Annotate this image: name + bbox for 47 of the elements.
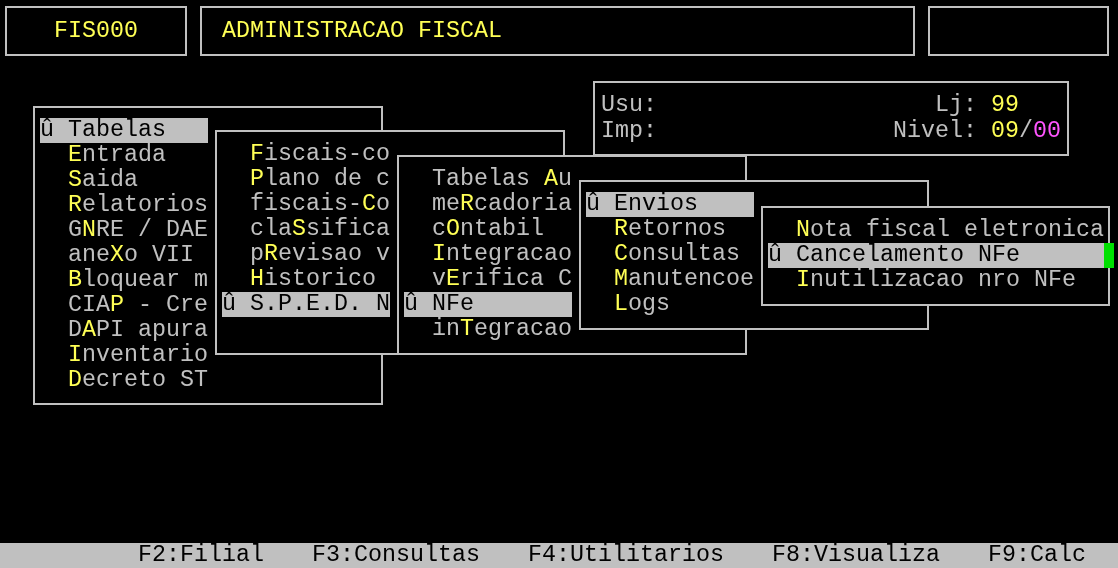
menu-item[interactable]: pRevisao v [222, 242, 390, 267]
menu-item[interactable]: Plano de c [222, 167, 390, 192]
function-key[interactable]: F3:Consultas [312, 543, 480, 568]
menu-item[interactable]: Relatorios [40, 193, 208, 218]
menu-item[interactable]: inTegracao [404, 317, 572, 342]
function-key[interactable]: F4:Utilitarios [528, 543, 724, 568]
program-code: FIS000 [5, 6, 187, 56]
menu-item[interactable]: û Tabelas [40, 118, 208, 143]
menu-item[interactable]: aneXo VII [40, 243, 208, 268]
menu-item[interactable]: DAPI apura [40, 318, 208, 343]
menu-item[interactable]: Decreto ST [40, 368, 208, 393]
menu-item[interactable]: Nota fiscal eletronica [768, 218, 1104, 243]
menu-item[interactable]: fiscais-Co [222, 192, 390, 217]
menu-item[interactable]: Retornos [586, 217, 754, 242]
function-key[interactable]: F2:Filial [138, 543, 264, 568]
menu-item[interactable]: û Cancelamento NFe [768, 243, 1104, 268]
menu-item[interactable]: Fiscais-co [222, 142, 390, 167]
menu-item[interactable]: Inventario [40, 343, 208, 368]
menu-item[interactable]: Logs [586, 292, 754, 317]
level-value: 09/00 [991, 118, 1061, 144]
menu-item[interactable]: GNRE / DAE [40, 218, 208, 243]
menu-item[interactable]: Manutencoe [586, 267, 754, 292]
printer-label: Imp: [601, 118, 658, 144]
screen-title: ADMINISTRACAO FISCAL [200, 6, 915, 56]
menu-item[interactable]: Integracao [404, 242, 572, 267]
menu-item[interactable]: Entrada [40, 143, 208, 168]
menu-item[interactable]: Inutilizacao nro NFe [768, 268, 1104, 293]
store-label: Lj: [934, 93, 978, 119]
user-label: Usu: [601, 93, 658, 119]
store-value: 99 [991, 93, 1020, 119]
menu-item[interactable]: Bloquear m [40, 268, 208, 293]
menu-item[interactable]: CIAP - Cre [40, 293, 208, 318]
menu-item[interactable]: cOntabil [404, 217, 572, 242]
function-key[interactable]: F9:Calc [988, 543, 1086, 568]
menu-item[interactable]: Tabelas Au [404, 167, 572, 192]
menu-item[interactable]: Historico [222, 267, 390, 292]
menu-item[interactable]: Consultas [586, 242, 754, 267]
level-label: Nivel: [893, 118, 978, 144]
menu-item[interactable]: claSsifica [222, 217, 390, 242]
menu-item[interactable]: meRcadoria [404, 192, 572, 217]
function-key[interactable]: F8:Visualiza [772, 543, 940, 568]
menu-item[interactable]: û Envios [586, 192, 754, 217]
menu-item[interactable]: û NFe [404, 292, 572, 317]
cursor-block [1104, 243, 1114, 268]
menu-item[interactable]: vErifica C [404, 267, 572, 292]
menu-item[interactable]: Saida [40, 168, 208, 193]
menu-item[interactable]: û S.P.E.D. N [222, 292, 390, 317]
